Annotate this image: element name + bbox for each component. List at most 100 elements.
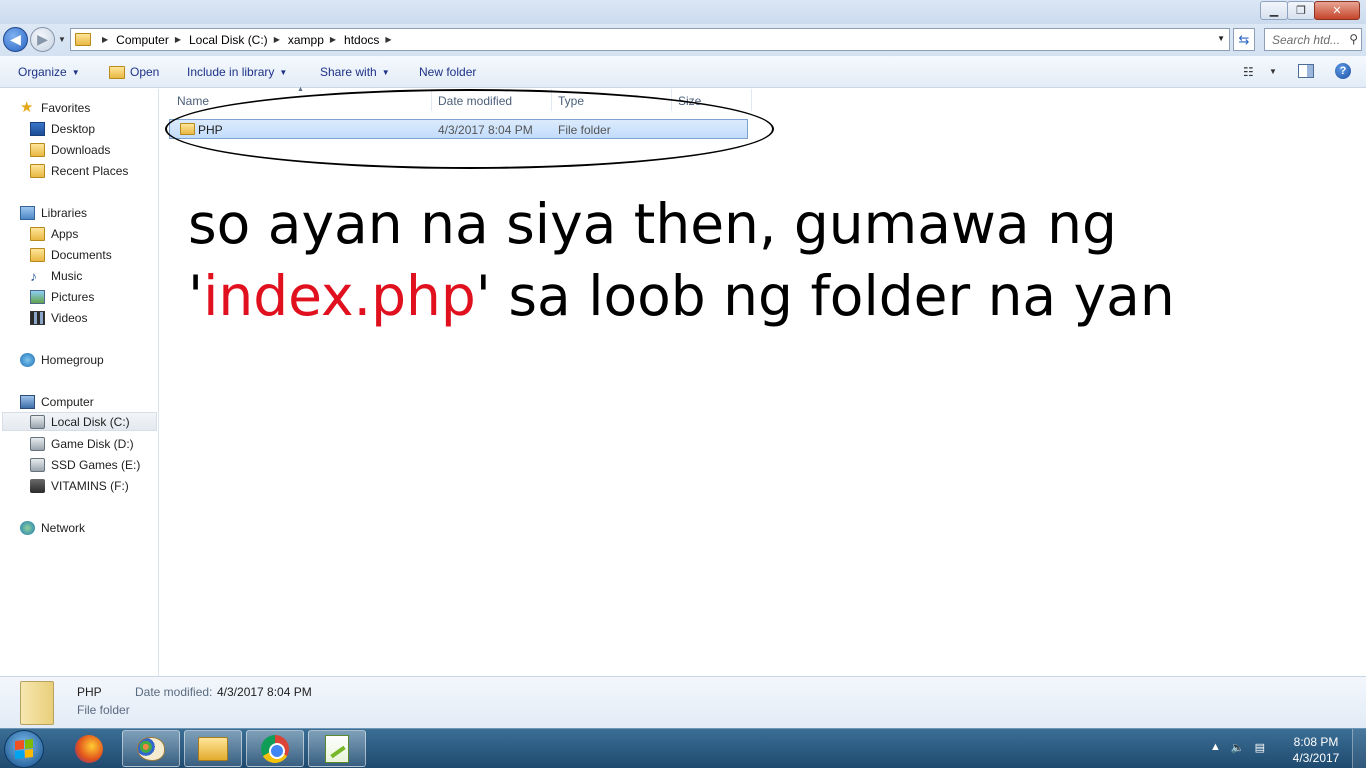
open-button[interactable]: Open (109, 65, 159, 79)
recent-places-icon (30, 163, 45, 178)
show-desktop-button[interactable] (1352, 729, 1366, 769)
search-input[interactable]: Search htd... ⚲ (1264, 28, 1362, 51)
nav-homegroup[interactable]: Homegroup (20, 350, 104, 369)
nav-recent-places[interactable]: Recent Places (30, 161, 128, 180)
recent-pages-dropdown[interactable]: ▼ (58, 35, 66, 44)
folder-icon (75, 33, 91, 46)
hard-drive-icon (30, 414, 45, 429)
desktop-icon (30, 121, 45, 136)
film-strip-icon (30, 310, 45, 325)
start-button[interactable] (4, 730, 44, 768)
volume-icon[interactable]: 🔈 (1231, 741, 1245, 754)
breadcrumb-computer[interactable]: Computer ▶ (116, 33, 189, 47)
system-clock[interactable]: 8:08 PM 4/3/2017 (1286, 734, 1346, 766)
chevron-down-icon: ▼ (381, 67, 390, 77)
nav-music[interactable]: ♪ Music (30, 266, 82, 285)
details-pane: PHP Date modified: 4/3/2017 8:04 PM File… (0, 676, 1366, 728)
search-icon: ⚲ (1349, 32, 1358, 46)
details-date-value: 4/3/2017 8:04 PM (217, 685, 312, 699)
address-history-dropdown[interactable]: ▼ (1217, 34, 1225, 43)
breadcrumb-arrow-icon[interactable]: ▶ (330, 35, 336, 44)
details-type: File folder (77, 703, 130, 717)
homegroup-icon (20, 352, 35, 367)
nav-computer[interactable]: Computer (20, 392, 94, 411)
explorer-folder-icon (198, 736, 228, 761)
nav-libraries[interactable]: Libraries (20, 203, 87, 222)
minimize-button[interactable]: ▁ (1260, 1, 1288, 20)
nav-documents[interactable]: Documents (30, 245, 112, 264)
hard-drive-icon (30, 457, 45, 472)
nav-desktop[interactable]: Desktop (30, 119, 95, 138)
preview-pane-icon[interactable] (1298, 64, 1314, 78)
view-options-dropdown[interactable]: ▼ (1269, 67, 1277, 76)
nav-game-disk[interactable]: Game Disk (D:) (30, 434, 134, 453)
help-icon[interactable]: ? (1335, 63, 1351, 79)
breadcrumb-htdocs[interactable]: htdocs ▶ (344, 33, 400, 47)
network-tray-icon[interactable]: ▤ (1255, 741, 1265, 754)
nav-vitamins[interactable]: VITAMINS (F:) (30, 476, 129, 495)
nav-videos[interactable]: Videos (30, 308, 87, 327)
annotation-caption: so ayan na siya then, gumawa ng 'index.p… (188, 188, 1288, 332)
nav-network[interactable]: Network (20, 518, 85, 537)
details-name: PHP (77, 685, 102, 699)
music-note-icon: ♪ (30, 267, 37, 284)
folder-large-icon (20, 681, 54, 725)
minimize-icon: ▁ (1269, 5, 1279, 17)
address-row: ◀ ▶ ▼ ▶ Computer ▶ Local Disk (C:) ▶ xampp… (0, 24, 1366, 56)
close-button[interactable]: ✕ (1314, 1, 1360, 20)
taskbar-paint[interactable] (122, 730, 180, 767)
back-arrow-icon: ◀ (10, 31, 21, 47)
maximize-button[interactable]: ❐ (1287, 1, 1315, 20)
annotation-ellipse (165, 89, 774, 169)
windows-logo-icon (15, 739, 33, 759)
restore-icon: ❐ (1296, 5, 1306, 17)
back-button[interactable]: ◀ (3, 27, 28, 52)
star-icon: ★ (20, 98, 34, 116)
forward-button[interactable]: ▶ (30, 27, 55, 52)
taskbar-firefox[interactable] (60, 730, 118, 767)
share-with-button[interactable]: Share with ▼ (320, 65, 390, 79)
taskbar-chrome[interactable] (246, 730, 304, 767)
taskbar-notepad-plus-plus[interactable] (308, 730, 366, 767)
chevron-down-icon: ▼ (71, 67, 80, 77)
nav-downloads[interactable]: Downloads (30, 140, 110, 159)
chevron-down-icon: ▼ (279, 67, 288, 77)
paint-palette-icon (137, 736, 165, 761)
apps-folder-icon (30, 226, 45, 241)
nav-favorites[interactable]: ★ Favorites (20, 98, 90, 117)
pictures-icon (30, 289, 45, 304)
breadcrumb-arrow-icon[interactable]: ▶ (175, 35, 181, 44)
breadcrumb-arrow-icon[interactable]: ▶ (274, 35, 280, 44)
address-bar[interactable]: ▶ Computer ▶ Local Disk (C:) ▶ xampp ▶ htdo… (70, 28, 1230, 51)
organize-button[interactable]: Organize ▼ (18, 65, 80, 79)
refresh-icon: ⇆ (1238, 31, 1250, 47)
taskbar-explorer[interactable] (184, 730, 242, 767)
caption-highlight: index.php (203, 264, 476, 328)
network-icon (20, 520, 35, 535)
breadcrumb-arrow-icon[interactable]: ▶ (102, 35, 108, 44)
sort-ascending-icon: ▲ (297, 86, 304, 93)
nav-pictures[interactable]: Pictures (30, 287, 94, 306)
command-bar: Organize ▼ Open Include in library ▼ Share… (0, 56, 1366, 88)
details-date-label: Date modified: (135, 685, 213, 699)
change-view-icon[interactable]: ☷ (1243, 65, 1254, 79)
new-folder-button[interactable]: New folder (419, 65, 476, 79)
taskbar: ▲ 🔈 ▤ 8:08 PM 4/3/2017 (0, 728, 1366, 769)
open-folder-icon (109, 65, 125, 79)
usb-drive-icon (30, 478, 45, 493)
breadcrumb-xampp[interactable]: xampp ▶ (288, 33, 344, 47)
close-icon: ✕ (1332, 5, 1342, 17)
refresh-button[interactable]: ⇆ (1233, 28, 1255, 51)
include-in-library-button[interactable]: Include in library ▼ (187, 65, 287, 79)
nav-ssd-games[interactable]: SSD Games (E:) (30, 455, 140, 474)
notepad-plus-plus-icon (325, 734, 349, 763)
navigation-pane: ★ Favorites Desktop Downloads Recent Plac… (0, 89, 159, 676)
caption-line-2: 'index.php' sa loob ng folder na yan (188, 264, 1175, 328)
nav-local-disk[interactable]: Local Disk (C:) (2, 412, 157, 431)
breadcrumb-local-disk[interactable]: Local Disk (C:) ▶ (189, 33, 288, 47)
downloads-folder-icon (30, 142, 45, 157)
system-tray: ▲ 🔈 ▤ (1210, 741, 1265, 754)
breadcrumb-arrow-icon[interactable]: ▶ (385, 35, 391, 44)
show-hidden-icons-icon[interactable]: ▲ (1210, 741, 1221, 754)
nav-apps[interactable]: Apps (30, 224, 78, 243)
